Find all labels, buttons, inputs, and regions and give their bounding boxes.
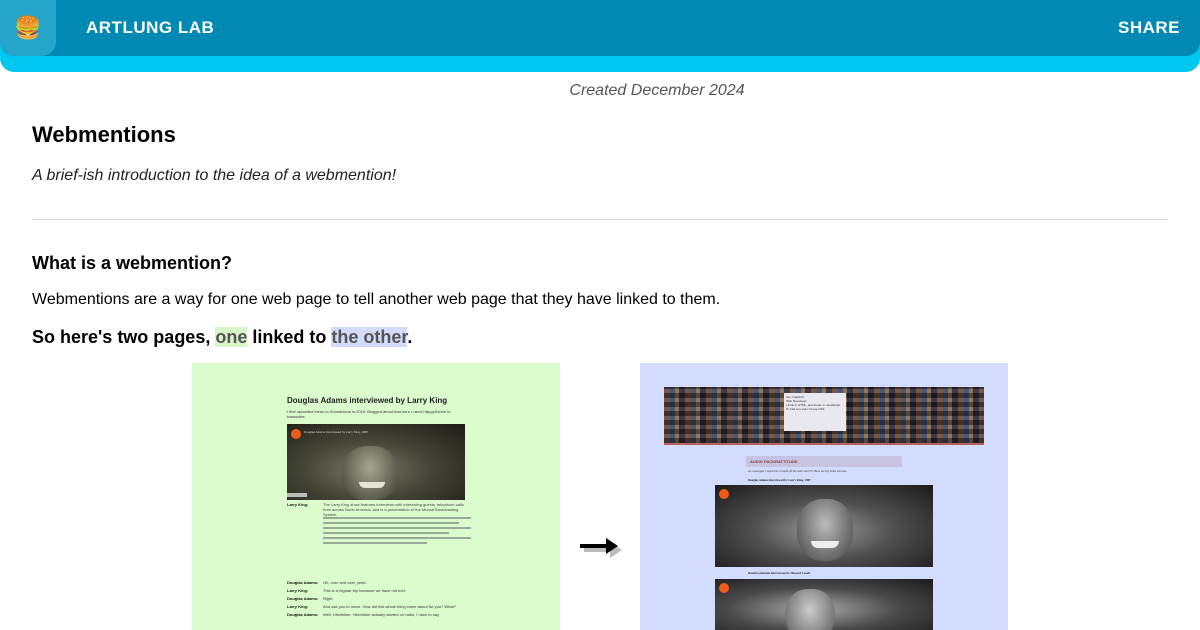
transcript-row: Douglas Adams: Oh, over and over, yeah. — [287, 580, 367, 585]
video-thumbnail — [715, 579, 933, 630]
banner-underline — [664, 443, 984, 445]
transcript-row: Douglas Adams: Right. — [287, 596, 333, 601]
page-title: Webmentions — [32, 122, 176, 147]
created-date: Created December 2024 — [569, 82, 745, 99]
portrait-smile — [811, 541, 839, 548]
hamburger-logo-icon[interactable]: 🍔 — [0, 0, 56, 56]
section-heading: What is a webmention? — [32, 253, 233, 273]
header-bar: 🍔 ARTLUNG LAB SHARE — [0, 0, 1200, 56]
speaker: Larry King: — [287, 604, 309, 609]
target-intro-note: As a teenager I taped lots of stuff off … — [748, 469, 847, 473]
transcript-text: Oh, over and over, yeah. — [323, 580, 367, 585]
play-icon — [291, 429, 301, 439]
intro-paragraph: Webmentions are a way for one web page t… — [32, 291, 721, 308]
text-line — [323, 537, 471, 539]
portrait-image — [342, 446, 398, 500]
transcript-text: Well, Hitchhiker. Hitchhiker actually st… — [323, 612, 440, 617]
speaker: Larry King: — [287, 502, 309, 507]
play-icon — [719, 489, 729, 499]
image-caption-bar — [287, 493, 307, 497]
text-line — [323, 522, 460, 524]
pages-heading-after: . — [407, 327, 413, 347]
source-page-screenshot: Douglas Adams interviewed by Larry King … — [192, 363, 560, 630]
text-line — [323, 527, 471, 529]
brand-link[interactable]: ARTLUNG LAB — [86, 18, 214, 38]
speaker: Douglas Adams: — [287, 612, 319, 617]
share-button[interactable]: SHARE — [1118, 18, 1180, 38]
site-header: 🍔 ARTLUNG LAB SHARE — [0, 0, 1200, 72]
video-thumbnail — [715, 485, 933, 567]
pages-heading-middle: linked to — [247, 327, 332, 347]
author-card-line: If I had any style I'd use CSS — [786, 407, 825, 411]
source-page-intro: I first uploaded these to Soundcloud in … — [287, 409, 451, 419]
player-caption: Douglas Adams Interviewed by Larry King,… — [304, 430, 369, 434]
highlight-the-other: the other — [331, 327, 408, 347]
play-icon — [719, 583, 729, 593]
audio-player-thumbnail: Douglas Adams Interviewed by Larry King,… — [287, 424, 465, 500]
target-section-heading: AUDIO PACKRATTITUDE — [746, 456, 902, 467]
transcript-text: And ask you to move. How did this whole … — [323, 604, 456, 609]
divider — [32, 219, 1168, 220]
speaker: Larry King: — [287, 588, 309, 593]
target-page-screenshot: Joe Crawford Web Developer I think in HT… — [640, 363, 1008, 630]
transcript-text: This is a regular trip because we have n… — [323, 588, 406, 593]
target-sub-heading: Douglas Adams interviewed by Larry King,… — [748, 478, 811, 482]
highlight-one: one — [215, 327, 248, 347]
transcript-row: Larry King: And ask you to move. How did … — [287, 604, 456, 609]
page-subtitle: A brief-ish introduction to the idea of … — [32, 167, 397, 184]
speaker: Douglas Adams: — [287, 580, 319, 585]
transcript-text-block: The Larry King show features interviews … — [323, 502, 471, 547]
transcript-row: Larry King: This is a regular trip becaus… — [287, 588, 406, 593]
text-line — [323, 542, 427, 544]
portrait-image — [785, 589, 835, 630]
photo-mosaic-banner: Joe Crawford Web Developer I think in HT… — [664, 387, 984, 443]
transcript-row: Douglas Adams: Well, Hitchhiker. Hitchhik… — [287, 612, 477, 617]
text-line — [323, 532, 449, 534]
transcript-text: Right. — [323, 596, 334, 601]
right-arrow-icon — [580, 538, 622, 558]
pages-heading: So here's two pages, one linked to the o… — [32, 327, 412, 348]
transcript-text: The Larry King show features interviews … — [323, 502, 464, 517]
speaker: Douglas Adams: — [287, 596, 319, 601]
text-line — [323, 517, 471, 519]
pages-heading-before: So here's two pages, — [32, 327, 216, 347]
source-page-title: Douglas Adams interviewed by Larry King — [287, 396, 448, 405]
portrait-smile — [359, 482, 385, 488]
target-sub-heading: David Letterman interviewed by Howard Co… — [748, 571, 810, 575]
author-card: Joe Crawford Web Developer I think in HT… — [784, 393, 846, 431]
transcript-row: Larry King: — [287, 502, 323, 507]
portrait-image — [797, 499, 853, 561]
